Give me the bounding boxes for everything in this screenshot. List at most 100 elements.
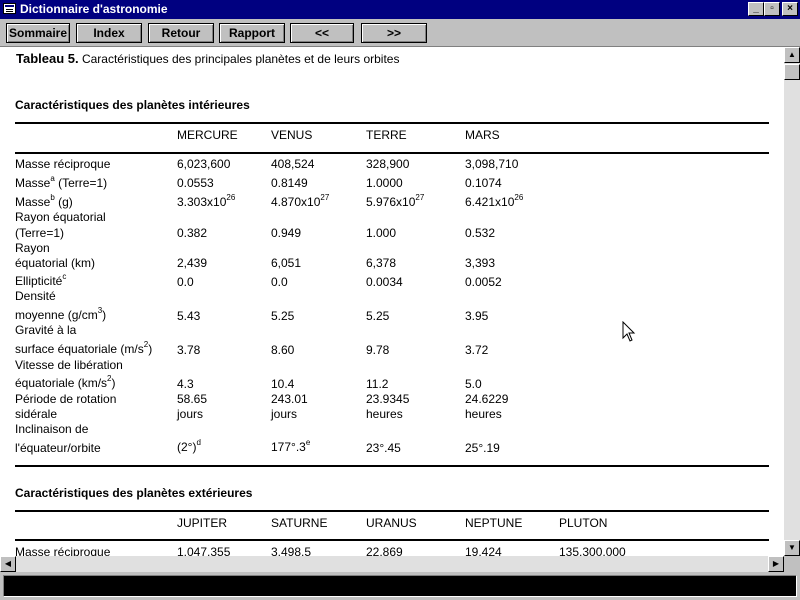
cell-value: (2°)d bbox=[177, 438, 201, 455]
cell-value: 243.01 bbox=[271, 392, 308, 406]
footnote-marker: b bbox=[50, 193, 55, 202]
cell-value: 3.72 bbox=[465, 343, 489, 357]
cell-value: 6,051 bbox=[271, 256, 302, 270]
column-header: JUPITER bbox=[177, 516, 228, 530]
exponent: 27 bbox=[415, 193, 425, 202]
cell-value: 0.0034 bbox=[366, 275, 403, 289]
label-text: Ellipticité bbox=[15, 274, 63, 288]
cell-value: 23°.45 bbox=[366, 441, 401, 455]
cell-value: 0.1074 bbox=[465, 176, 502, 190]
row-label: équatorial (km) bbox=[15, 256, 96, 270]
divider bbox=[15, 152, 769, 154]
row-label: l'équateur/orbite bbox=[15, 441, 101, 455]
row-label: Gravité à la bbox=[15, 323, 77, 337]
row-label: moyenne (g/cm3) bbox=[15, 306, 107, 323]
cell-value: 0.382 bbox=[177, 226, 208, 240]
cell-value: 6,378 bbox=[366, 256, 397, 270]
cell-value: 3,098,710 bbox=[465, 157, 519, 171]
cell-value: 2,439 bbox=[177, 256, 208, 270]
scroll-down-button[interactable]: ▼ bbox=[784, 540, 800, 556]
row-label: sidérale bbox=[15, 407, 58, 421]
cell-value: 3.95 bbox=[465, 309, 489, 323]
status-bar bbox=[0, 572, 800, 600]
divider bbox=[15, 510, 769, 512]
cell-value: 10.4 bbox=[271, 377, 295, 391]
cell-value: 1.0000 bbox=[366, 176, 403, 190]
scroll-right-button[interactable]: ▶ bbox=[768, 556, 784, 572]
cell-value: 0.949 bbox=[271, 226, 302, 240]
exponent: 26 bbox=[226, 193, 236, 202]
cell-value: 1,047.355 bbox=[177, 545, 231, 556]
superscript: 3 bbox=[97, 306, 103, 315]
retour-button[interactable]: Retour bbox=[148, 23, 214, 43]
footnote-marker: a bbox=[50, 174, 55, 183]
label-text: ) bbox=[148, 342, 153, 356]
row-label: Densité bbox=[15, 289, 56, 303]
document-view: Tableau 5. Caractéristiques des principa… bbox=[0, 47, 784, 556]
row-label: (Terre=1) bbox=[15, 226, 65, 240]
row-label: Période de rotation bbox=[15, 392, 117, 406]
next-button[interactable]: >> bbox=[361, 23, 427, 43]
sommaire-button[interactable]: Sommaire bbox=[6, 23, 70, 43]
vertical-scrollbar[interactable]: ▲ ▼ bbox=[784, 47, 800, 556]
cell-value: 3,393 bbox=[465, 256, 496, 270]
minimize-button[interactable]: _ bbox=[748, 2, 764, 16]
cell-value: 0.0 bbox=[177, 275, 194, 289]
divider bbox=[15, 539, 769, 541]
scroll-left-button[interactable]: ◀ bbox=[0, 556, 16, 572]
table-caption: Tableau 5. Caractéristiques des principa… bbox=[16, 51, 399, 67]
scroll-thumb[interactable] bbox=[784, 64, 800, 80]
column-header: URANUS bbox=[366, 516, 417, 530]
scroll-up-button[interactable]: ▲ bbox=[784, 47, 800, 63]
row-label: surface équatoriale (m/s2) bbox=[15, 341, 153, 357]
row-label: Rayon équatorial bbox=[15, 210, 106, 224]
previous-button[interactable]: << bbox=[290, 23, 354, 43]
toolbar: Sommaire Index Retour Rapport << >> bbox=[0, 19, 800, 47]
label-text: moyenne (g/cm bbox=[15, 308, 98, 322]
cell-value: 25°.19 bbox=[465, 441, 500, 455]
cell-value: 6.421x1026 bbox=[465, 193, 524, 210]
cell-value: 9.78 bbox=[366, 343, 390, 357]
divider bbox=[15, 122, 769, 124]
footnote-marker: e bbox=[305, 438, 311, 447]
maximize-button[interactable]: ▫ bbox=[764, 2, 780, 16]
column-header: PLUTON bbox=[559, 516, 608, 530]
inner-planets-heading: Caractéristiques des planètes intérieure… bbox=[15, 98, 250, 112]
exponent: 27 bbox=[320, 193, 330, 202]
scrollbar-corner bbox=[784, 556, 800, 572]
cell-value: 135,300,000 bbox=[559, 545, 626, 556]
cell-unit: jours bbox=[271, 407, 298, 421]
column-header: VENUS bbox=[271, 128, 313, 142]
row-label: Masse réciproque bbox=[15, 545, 111, 556]
table-number: Tableau 5. bbox=[16, 51, 79, 66]
cell-value: 19,424 bbox=[465, 545, 502, 556]
cell-value: 328,900 bbox=[366, 157, 410, 171]
title-bar: Dictionnaire d'astronomie _ ▫ × bbox=[0, 0, 800, 19]
rapport-button[interactable]: Rapport bbox=[219, 23, 285, 43]
close-button[interactable]: × bbox=[782, 2, 798, 16]
column-header: MARS bbox=[465, 128, 500, 142]
cell-value: 5.25 bbox=[366, 309, 390, 323]
footnote-marker: c bbox=[62, 272, 67, 281]
cell-value: 22,869 bbox=[366, 545, 403, 556]
index-button[interactable]: Index bbox=[76, 23, 142, 43]
label-text: ) bbox=[102, 308, 107, 322]
superscript: 2 bbox=[107, 374, 112, 383]
mantissa: 4.870x10 bbox=[271, 195, 321, 209]
cell-value: 0.0553 bbox=[177, 176, 214, 190]
cell-value: 24.6229 bbox=[465, 392, 509, 406]
horizontal-scrollbar[interactable]: ◀ ▶ bbox=[0, 556, 800, 572]
cell-value: 0.8149 bbox=[271, 176, 308, 190]
exponent: 26 bbox=[514, 193, 524, 202]
divider bbox=[15, 465, 769, 467]
label-text: surface équatoriale (m/s bbox=[15, 342, 144, 356]
cell-value: 11.2 bbox=[366, 377, 389, 391]
cell-value: 177°.3e bbox=[271, 438, 311, 455]
row-label: Rayon bbox=[15, 241, 50, 255]
value-text: 177°.3 bbox=[271, 440, 306, 454]
book-icon[interactable] bbox=[3, 3, 16, 14]
mouse-pointer-icon bbox=[622, 321, 636, 342]
cell-value: 5.43 bbox=[177, 309, 201, 323]
footnote-marker: d bbox=[196, 438, 201, 447]
cell-value: 3,498.5 bbox=[271, 545, 312, 556]
